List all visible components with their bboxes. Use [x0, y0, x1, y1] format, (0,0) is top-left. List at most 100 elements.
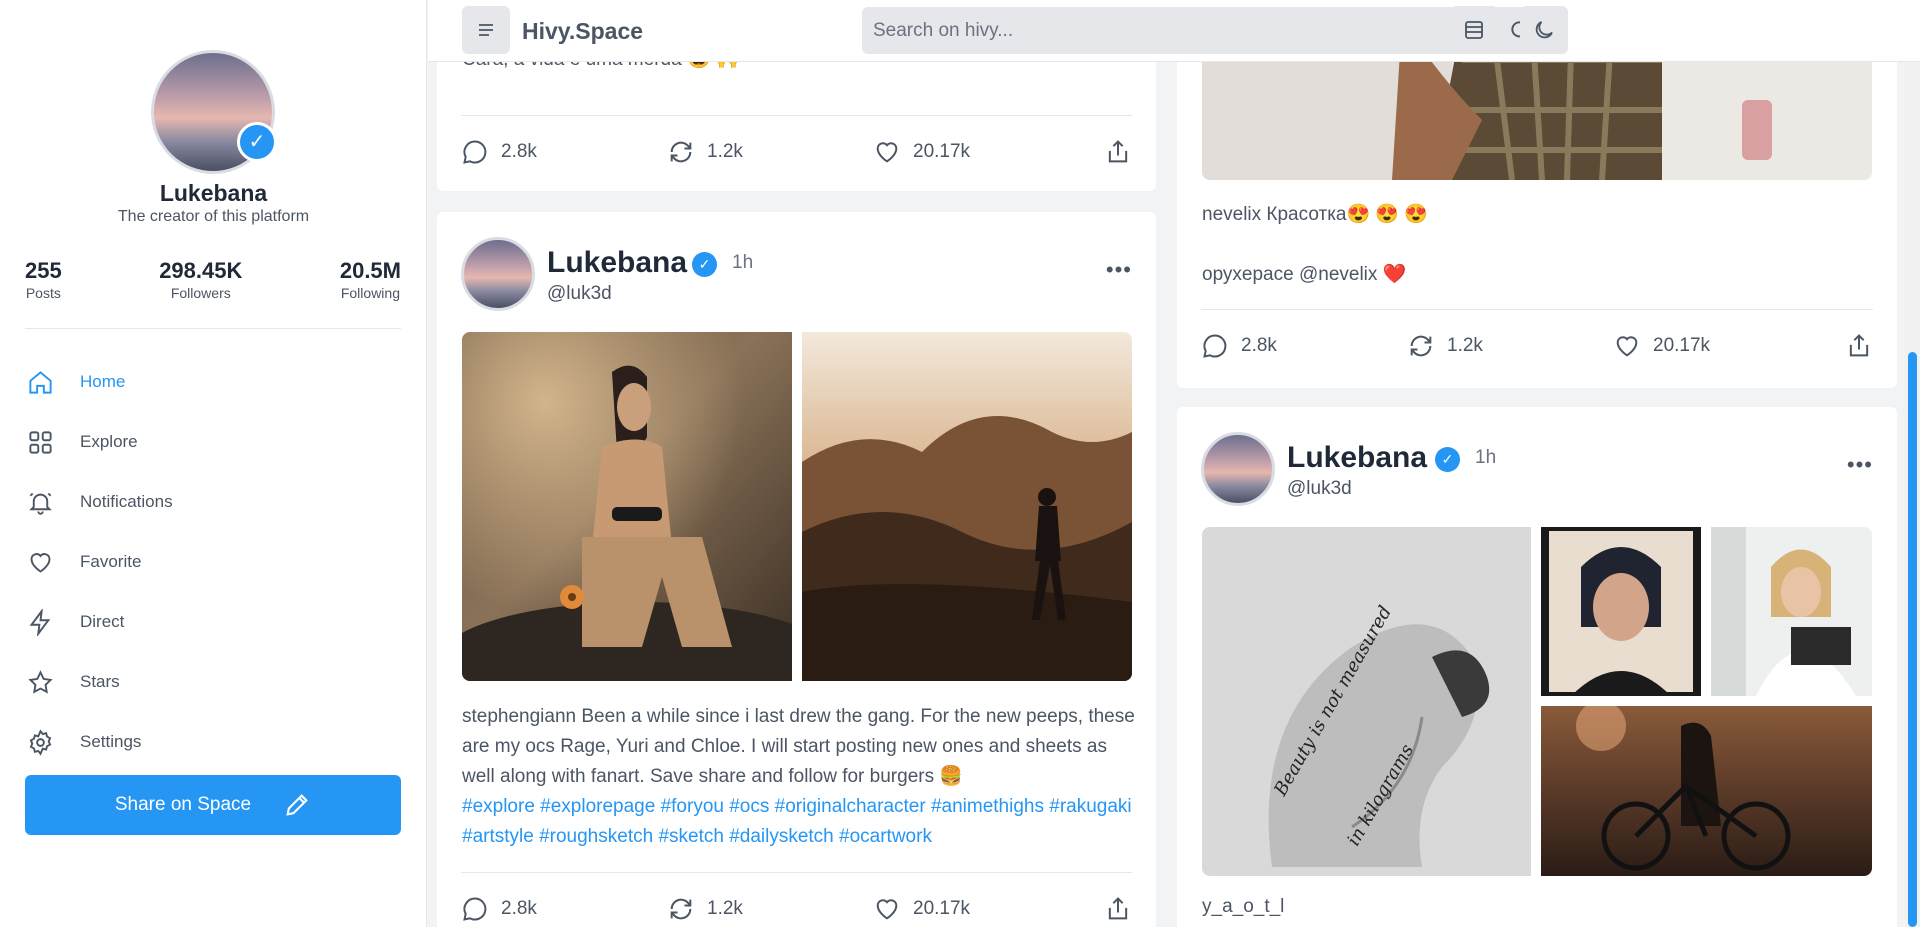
dark-mode-toggle[interactable]	[1520, 6, 1568, 54]
post-photo[interactable]: Beauty is not measured in kilograms	[1202, 527, 1531, 876]
search-input[interactable]	[862, 7, 1548, 54]
post-card: Lukebana ✓ 1h @luk3d ••• stephengiann Be…	[437, 212, 1156, 927]
lightning-icon	[25, 607, 55, 637]
feed-view-button[interactable]	[1450, 6, 1498, 54]
menu-button[interactable]	[462, 6, 510, 54]
scrollbar[interactable]	[1905, 62, 1920, 927]
like-count: 20.17k	[1653, 334, 1711, 356]
nav-label: Stars	[80, 672, 120, 691]
photo-bicycle-street	[1541, 706, 1872, 876]
nav-item-explore[interactable]: Explore	[25, 412, 405, 472]
post-hashtags[interactable]: #explore #explorepage #foryou #ocs #orig…	[462, 796, 1132, 847]
comment-icon	[463, 140, 487, 164]
heart-icon	[876, 898, 898, 920]
gear-icon	[25, 727, 55, 757]
like-button[interactable]: 20.17k	[1613, 332, 1710, 360]
profile-avatar[interactable]: ✓	[151, 50, 277, 174]
nav-item-stars[interactable]: Stars	[25, 652, 405, 712]
divider	[25, 328, 401, 329]
post-actions: 2.8k 1.2k 20.17k	[461, 872, 1132, 927]
author-name[interactable]: Lukebana	[547, 246, 687, 280]
brand-logo[interactable]: Hivy.Space	[522, 18, 643, 45]
pencil-icon	[286, 794, 308, 816]
repost-count: 1.2k	[707, 897, 743, 919]
search-bar	[862, 7, 1548, 54]
nav-item-notifications[interactable]: Notifications	[25, 472, 405, 532]
heart-icon	[25, 547, 55, 577]
repost-button[interactable]: 1.2k	[667, 895, 873, 923]
photo-portrait-woman	[1541, 527, 1701, 696]
sidebar: ✓ Lukebana The creator of this platform …	[0, 0, 427, 927]
like-button[interactable]: 20.17k	[873, 138, 970, 166]
stat-following[interactable]: 20.5M Following	[340, 258, 401, 301]
post-card: Lukebana ✓ 1h @luk3d ••• Beauty is not m…	[1177, 407, 1897, 927]
like-button[interactable]: 20.17k	[873, 895, 970, 923]
post-text: nevelix Красотка😍 😍 😍	[1202, 204, 1429, 225]
author-handle[interactable]: @luk3d	[1287, 478, 1352, 500]
repost-icon	[670, 898, 692, 919]
main-nav: Home Explore Notifications Favorite Dire…	[25, 352, 405, 772]
heart-icon	[876, 141, 898, 163]
share-button[interactable]	[1104, 895, 1132, 923]
comment-count: 2.8k	[501, 897, 537, 919]
share-icon	[1108, 896, 1128, 919]
stat-label: Followers	[170, 285, 231, 301]
author-handle[interactable]: @luk3d	[547, 283, 612, 305]
post-header: Lukebana ✓ 1h @luk3d •••	[1201, 432, 1873, 508]
nav-label: Direct	[80, 612, 125, 631]
repost-button[interactable]: 1.2k	[667, 138, 873, 166]
comment-icon	[463, 897, 487, 921]
post-text[interactable]: оруxерасе @nevelix ❤️	[1202, 260, 1406, 290]
repost-icon	[1410, 335, 1432, 356]
share-icon	[1108, 139, 1128, 162]
more-options-icon[interactable]: •••	[1106, 257, 1132, 283]
comment-button[interactable]: 2.8k	[461, 895, 667, 923]
photo-woman-sitting	[462, 332, 792, 681]
nav-item-settings[interactable]: Settings	[25, 712, 405, 772]
repost-button[interactable]: 1.2k	[1407, 332, 1613, 360]
nav-item-direct[interactable]: Direct	[25, 592, 405, 652]
like-count: 20.17k	[913, 140, 971, 162]
post-photo[interactable]	[1541, 706, 1872, 876]
nav-label: Notifications	[80, 492, 173, 511]
more-options-icon[interactable]: •••	[1847, 452, 1873, 478]
avatar[interactable]	[461, 237, 535, 311]
nav-label: Favorite	[80, 552, 142, 571]
stat-label: Following	[340, 285, 400, 301]
avatar[interactable]	[1201, 432, 1275, 506]
scrollbar-thumb[interactable]	[1908, 352, 1917, 927]
post-body: stephengiann Been a while since i last d…	[462, 706, 1135, 787]
comment-button[interactable]: 2.8k	[461, 138, 667, 166]
post-time: 1h	[732, 252, 754, 273]
share-on-space-button[interactable]: Share on Space	[25, 775, 401, 835]
repost-count: 1.2k	[1447, 334, 1483, 356]
nav-label: Home	[80, 372, 126, 391]
share-button[interactable]	[1104, 138, 1132, 166]
repost-icon	[670, 141, 692, 162]
nav-item-favorite[interactable]: Favorite	[25, 532, 405, 592]
nav-label: Settings	[80, 732, 142, 751]
photo-woman-reading	[1711, 527, 1872, 696]
post-photo[interactable]	[1541, 527, 1701, 696]
nav-item-home[interactable]: Home	[25, 352, 405, 412]
post-card: nevelix Красотка😍 😍 😍 оруxерасе @nevelix…	[1177, 20, 1897, 388]
profile-subtitle: The creator of this platform	[117, 208, 310, 225]
share-button-label: Share on Space	[114, 794, 252, 815]
comment-button[interactable]: 2.8k	[1201, 332, 1407, 360]
stat-posts[interactable]: 255 Posts	[25, 258, 62, 301]
photo-bw-figure: Beauty is not measured in kilograms	[1202, 527, 1531, 876]
verified-check-icon: ✓	[237, 122, 277, 162]
stat-followers[interactable]: 298.45K Followers	[159, 258, 242, 301]
photo-hiker-mountain	[802, 332, 1132, 681]
post-photo[interactable]	[802, 332, 1132, 681]
post-photo[interactable]	[1711, 527, 1872, 696]
top-header: Hivy.Space	[428, 0, 1920, 62]
profile-name[interactable]: Lukebana	[0, 180, 427, 207]
bell-icon	[25, 487, 55, 517]
post-photo[interactable]	[462, 332, 792, 681]
hamburger-icon	[479, 24, 493, 36]
share-button[interactable]	[1845, 332, 1873, 360]
profile-stats: 255 Posts 298.45K Followers 20.5M Follow…	[25, 258, 401, 301]
home-icon	[25, 367, 55, 397]
author-name[interactable]: Lukebana	[1287, 441, 1427, 475]
